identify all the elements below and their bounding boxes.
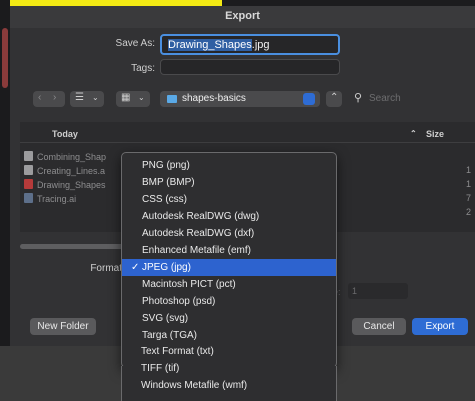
checkmark-icon: ✓ bbox=[131, 262, 140, 273]
ai-icon bbox=[24, 193, 33, 203]
folder-icon bbox=[167, 95, 177, 103]
save-as-field[interactable]: Drawing_Shapes.jpg bbox=[160, 34, 340, 55]
grid-view-button[interactable]: ▦ ⌄ bbox=[116, 91, 150, 107]
menu-item-css[interactable]: CSS (css) bbox=[122, 191, 336, 208]
search-icon: ⚲ bbox=[354, 92, 363, 104]
forward-icon[interactable]: › bbox=[53, 92, 56, 103]
menu-item-dxf[interactable]: Autodesk RealDWG (dxf) bbox=[122, 225, 336, 242]
chevron-up-icon: ⌃ bbox=[330, 92, 339, 103]
menu-item-jpeg-label: JPEG (jpg) bbox=[142, 262, 191, 273]
file-size: 1 bbox=[466, 165, 472, 175]
title-bar: Export bbox=[10, 6, 475, 29]
image-icon bbox=[24, 179, 33, 189]
list-header: Today ⌃ Size bbox=[20, 126, 475, 143]
list-item[interactable]: Drawing_Shapes bbox=[24, 179, 106, 191]
list-item[interactable]: Tracing.ai bbox=[24, 193, 76, 205]
folder-name: shapes-basics bbox=[182, 93, 246, 104]
doc-icon bbox=[24, 151, 33, 161]
file-size: 7 bbox=[466, 193, 472, 203]
doc-icon bbox=[24, 165, 33, 175]
list-view-icon: ☰ bbox=[75, 92, 84, 103]
filename-selected-part: Drawing_Shapes bbox=[168, 39, 252, 51]
search-placeholder: Search bbox=[369, 93, 401, 104]
save-as-label: Save As: bbox=[115, 38, 155, 49]
menu-item-txt[interactable]: Text Format (txt) bbox=[121, 343, 335, 360]
tags-label: Tags: bbox=[131, 63, 155, 74]
menu-item-svg[interactable]: SVG (svg) bbox=[122, 310, 336, 327]
export-button[interactable]: Export bbox=[412, 318, 468, 335]
format-label: Format bbox=[90, 263, 122, 274]
list-item[interactable]: Creating_Lines.a bbox=[24, 165, 105, 177]
list-view-button[interactable]: ☰ ⌄ bbox=[70, 91, 104, 107]
menu-item-wmf[interactable]: Windows Metafile (wmf) bbox=[121, 377, 335, 394]
window-title: Export bbox=[225, 10, 260, 22]
page-field[interactable]: 1 bbox=[348, 283, 408, 299]
grid-view-icon: ▦ bbox=[121, 92, 131, 103]
sort-chevron-icon: ⌃ bbox=[410, 129, 417, 138]
menu-item-psd[interactable]: Photoshop (psd) bbox=[122, 293, 336, 310]
search-box[interactable]: ⚲ Search bbox=[350, 91, 460, 107]
list-item[interactable]: Combining_Shap bbox=[24, 151, 106, 163]
chevron-down-icon: ⌄ bbox=[138, 93, 145, 102]
tags-field[interactable] bbox=[160, 59, 340, 75]
column-today[interactable]: Today bbox=[52, 129, 78, 139]
column-size[interactable]: Size bbox=[426, 129, 444, 139]
cancel-button[interactable]: Cancel bbox=[352, 318, 406, 335]
menu-item-bmp[interactable]: BMP (BMP) bbox=[122, 174, 336, 191]
left-accent bbox=[2, 28, 8, 88]
menu-item-png[interactable]: PNG (png) bbox=[122, 157, 336, 174]
menu-item-tif[interactable]: TIFF (tif) bbox=[121, 360, 335, 377]
menu-item-pct[interactable]: Macintosh PICT (pct) bbox=[122, 276, 336, 293]
back-icon[interactable]: ‹ bbox=[38, 92, 41, 103]
expand-button[interactable]: ⌃ bbox=[326, 91, 342, 107]
file-size: 1 bbox=[466, 179, 472, 189]
left-background bbox=[0, 0, 10, 401]
menu-item-tga[interactable]: Targa (TGA) bbox=[122, 327, 336, 344]
menu-item-jpeg[interactable]: ✓ JPEG (jpg) bbox=[122, 259, 336, 276]
back-forward-buttons[interactable]: ‹ › bbox=[33, 91, 65, 107]
folder-dropdown[interactable]: shapes-basics bbox=[160, 91, 320, 107]
chevron-down-icon: ⌄ bbox=[92, 93, 99, 102]
menu-item-emf[interactable]: Enhanced Metafile (emf) bbox=[122, 242, 336, 259]
new-folder-button[interactable]: New Folder bbox=[30, 318, 96, 335]
menu-item-dwg[interactable]: Autodesk RealDWG (dwg) bbox=[122, 208, 336, 225]
file-size: 2 bbox=[466, 207, 472, 217]
filename-extension: .jpg bbox=[251, 39, 270, 51]
folder-stepper-icon bbox=[303, 93, 315, 105]
format-menu: PNG (png) BMP (BMP) CSS (css) Autodesk R… bbox=[121, 152, 337, 368]
